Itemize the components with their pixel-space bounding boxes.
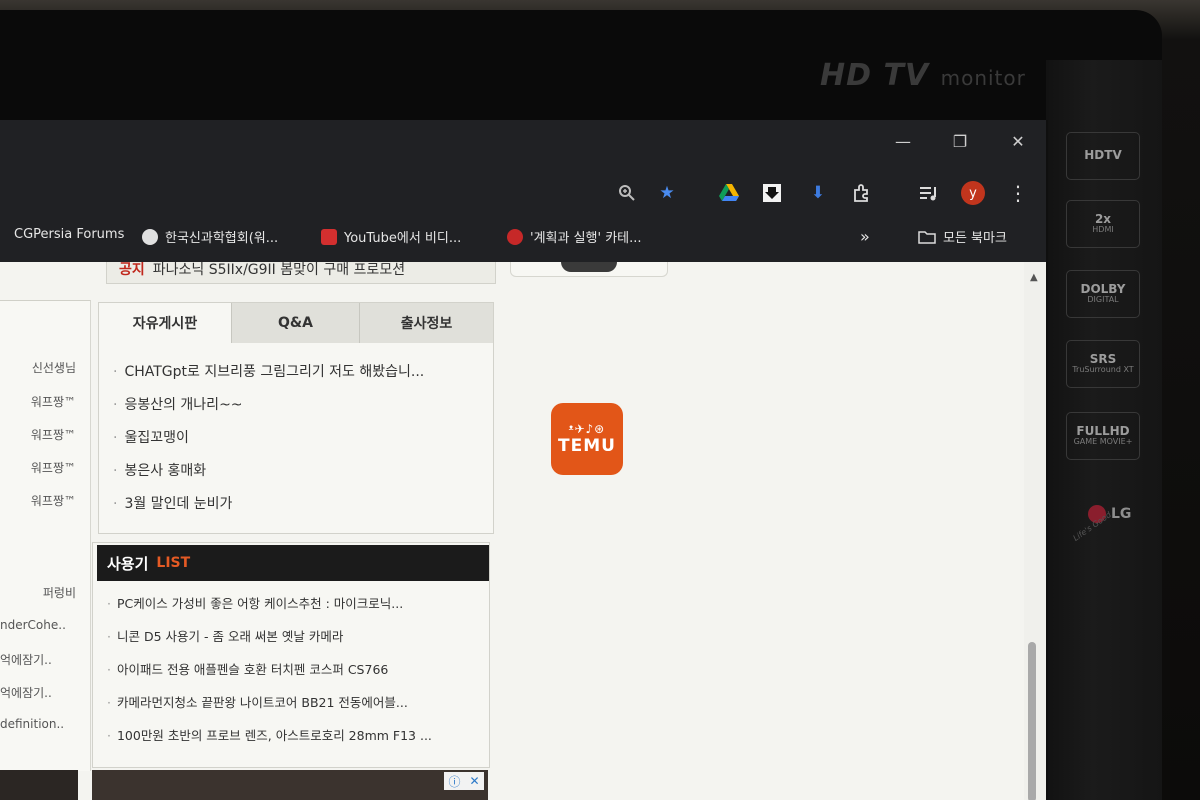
fullhd-badge: FULLHD GAME MOVIE+ <box>1066 412 1140 460</box>
bookmarks-overflow-button[interactable]: » <box>860 227 870 246</box>
member-name[interactable]: 워프짱™ <box>31 426 76 443</box>
bookmark-star-icon[interactable]: ★ <box>654 180 680 206</box>
notice-tag: 공지 <box>119 262 145 278</box>
title-bar: — ❐ ✕ <box>0 120 1046 165</box>
monitor-brand: HD TV monitor <box>820 58 1026 93</box>
post-link[interactable]: CHATGpt로 지브리풍 그림그리기 저도 해봤습니... <box>113 361 424 381</box>
post-link[interactable]: 봉은사 홍매화 <box>113 460 206 480</box>
review-title: 사용기 <box>107 554 149 573</box>
tistory-icon <box>507 228 523 245</box>
youtube-icon <box>321 228 337 245</box>
download-icon[interactable]: ⬇ <box>805 180 831 206</box>
bookmarks-bar: CGPersia Forums 한국신과학협회(워... YouTube에서 비… <box>0 220 1046 256</box>
left-thumbnail[interactable] <box>0 770 78 800</box>
bookmark-youtube[interactable]: YouTube에서 비디... <box>321 227 461 246</box>
top-thumbnail[interactable] <box>510 262 668 277</box>
all-bookmarks-button[interactable]: 모든 북마크 <box>918 227 1007 246</box>
list-item[interactable]: definition.. <box>0 717 64 731</box>
extensions-icon[interactable] <box>848 180 874 206</box>
temu-wordmark: TEMU <box>558 436 616 456</box>
member-name[interactable]: 워프짱™ <box>31 492 76 509</box>
review-list-link[interactable]: LIST <box>156 555 190 571</box>
hdtv-badge: HDTV <box>1066 132 1140 180</box>
member-name[interactable]: 워프짱™ <box>31 393 76 410</box>
download-manager-icon[interactable] <box>759 180 785 206</box>
folder-icon <box>918 230 936 244</box>
scroll-thumb[interactable] <box>1028 642 1036 800</box>
bookmark-label: YouTube에서 비디... <box>344 231 462 246</box>
close-button[interactable]: ✕ <box>1003 130 1033 154</box>
member-name[interactable]: 퍼렁비 <box>43 584 76 601</box>
post-link[interactable]: 응봉산의 개나리~~ <box>113 394 242 414</box>
notice-text: 파나소닉 S5IIx/G9II 봄맞이 구매 프로모션 <box>152 262 406 278</box>
scroll-up-icon[interactable]: ▲ <box>1030 272 1038 283</box>
menu-kebab-icon[interactable]: ⋮ <box>1005 180 1031 206</box>
browser-toolbar <box>0 165 1046 220</box>
review-header: 사용기 LIST <box>97 545 489 581</box>
profile-avatar[interactable]: y <box>960 180 986 206</box>
bookmark-korean-science[interactable]: 한국신과학협회(워... <box>142 227 278 246</box>
srs-badge: SRS TruSurround XT <box>1066 340 1140 388</box>
bookmark-label: CGPersia Forums <box>14 227 125 242</box>
thumbnail-image <box>561 262 617 272</box>
tab-qna[interactable]: Q&A <box>232 303 360 343</box>
media-control-icon[interactable] <box>916 180 942 206</box>
review-link[interactable]: PC케이스 가성비 좋은 어항 케이스추천 : 마이크로닉... <box>107 593 403 612</box>
left-sidebar: 신선생님 워프짱™ 워프짱™ 워프짱™ 워프짱™ 퍼렁비 nderCohe.. … <box>0 300 91 771</box>
member-name[interactable]: 신선생님 <box>32 359 76 376</box>
ad-close-icon[interactable]: ✕ <box>469 774 479 788</box>
tab-free-board[interactable]: 자유게시판 <box>99 303 232 343</box>
review-link[interactable]: 100만원 초반의 프로브 렌즈, 아스트로호리 28mm F13 ... <box>107 725 432 744</box>
review-panel: 사용기 LIST PC케이스 가성비 좋은 어항 케이스추천 : 마이크로닉..… <box>92 542 490 768</box>
member-name[interactable]: 워프짱™ <box>31 459 76 476</box>
post-link[interactable]: 울집꼬맹이 <box>113 427 188 447</box>
tab-photo-trip[interactable]: 출사정보 <box>360 303 493 343</box>
minimize-button[interactable]: — <box>888 130 918 154</box>
all-bookmarks-label: 모든 북마크 <box>943 231 1007 246</box>
post-link[interactable]: 3월 말인데 눈비가 <box>113 493 232 513</box>
ad-controls[interactable]: ⓘ ✕ <box>444 772 484 790</box>
review-link[interactable]: 카메라먼지청소 끝판왕 나이트코어 BB21 전동에어블... <box>107 692 408 711</box>
ad-banner[interactable] <box>92 770 488 800</box>
temu-ad[interactable]: ᵜ✈♪⊛ TEMU <box>551 403 623 475</box>
ad-info-icon[interactable]: ⓘ <box>448 773 460 790</box>
zoom-icon[interactable] <box>614 180 640 206</box>
bookmark-cgpersia[interactable]: CGPersia Forums <box>14 227 124 242</box>
review-link[interactable]: 니콘 D5 사용기 - 좀 오래 써본 옛날 카메라 <box>107 626 343 645</box>
bookmark-label: '계획과 실행' 카테... <box>530 231 642 246</box>
notice-bar[interactable]: 공지 파나소닉 S5IIx/G9II 봄맞이 구매 프로모션 <box>106 262 496 284</box>
list-item[interactable]: 억에잠기.. <box>0 651 52 668</box>
temu-glyphs: ᵜ✈♪⊛ <box>568 422 606 436</box>
hdmi-badge: 2x HDMI <box>1066 200 1140 248</box>
board-panel: 자유게시판 Q&A 출사정보 CHATGpt로 지브리풍 그림그리기 저도 해봤… <box>98 302 494 534</box>
review-link[interactable]: 아이패드 전용 애플펜슬 호환 터치펜 코스퍼 CS766 <box>107 659 388 678</box>
restore-button[interactable]: ❐ <box>945 130 975 154</box>
browser-window: — ❐ ✕ ★ ⬇ y ⋮ CGPersia Forums 한국신과학협회(워.… <box>0 120 1046 800</box>
google-drive-icon[interactable] <box>716 180 742 206</box>
globe-icon <box>142 228 158 245</box>
web-page: 신선생님 워프짱™ 워프짱™ 워프짱™ 워프짱™ 퍼렁비 nderCohe.. … <box>0 262 1046 800</box>
bookmark-plan[interactable]: '계획과 실행' 카테... <box>507 227 642 246</box>
bookmark-label: 한국신과학협회(워... <box>165 231 279 246</box>
list-item[interactable]: 억에잠기.. <box>0 684 52 701</box>
page-scrollbar[interactable]: ▲ <box>1024 262 1046 800</box>
list-item[interactable]: nderCohe.. <box>0 618 66 632</box>
dolby-badge: DOLBY DIGITAL <box>1066 270 1140 318</box>
